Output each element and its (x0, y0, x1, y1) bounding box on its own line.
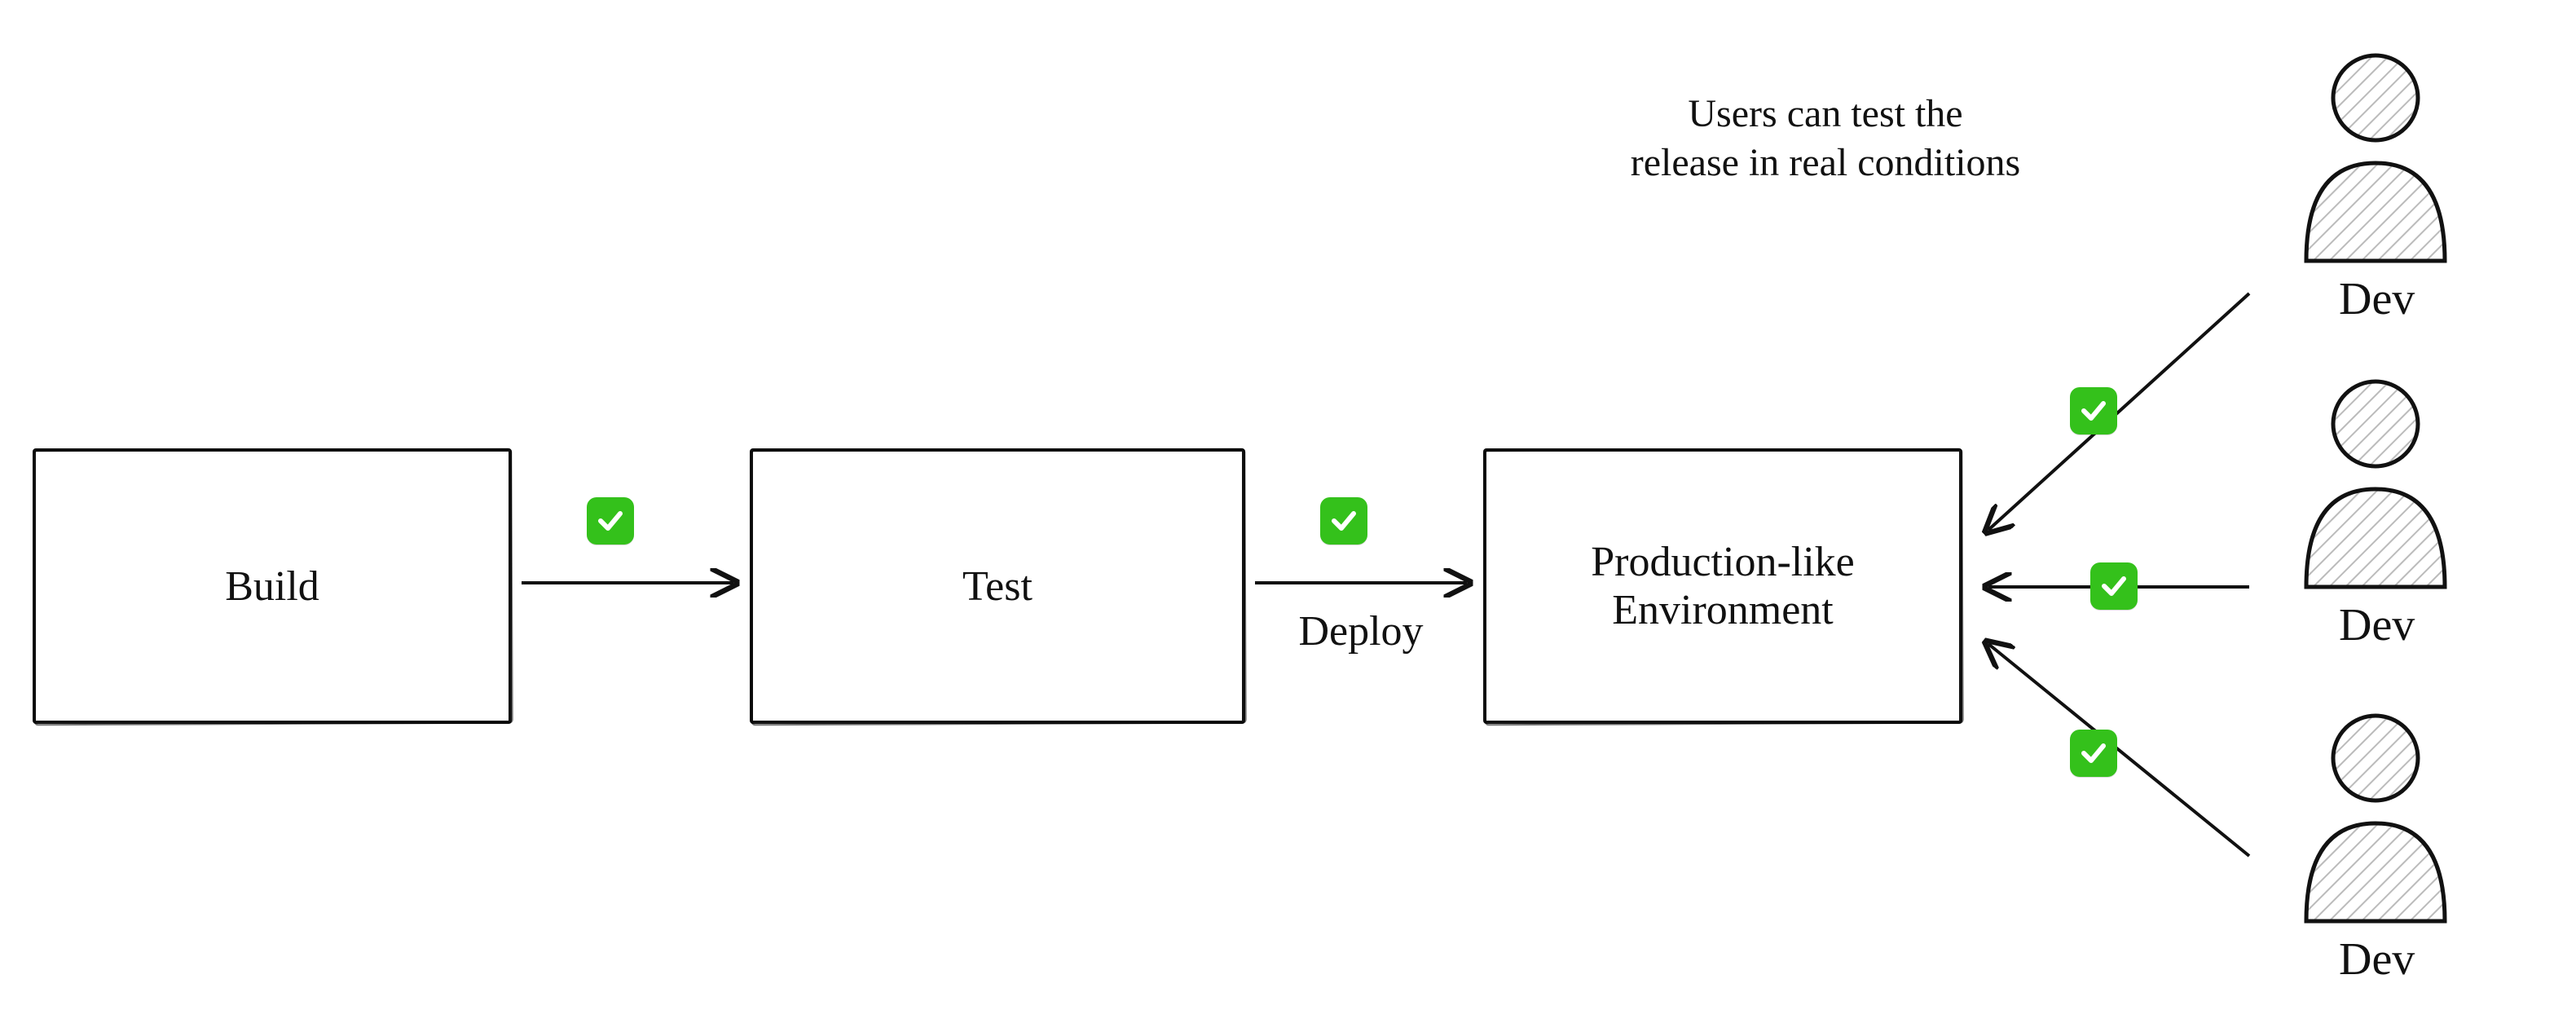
check-icon (2090, 562, 2138, 610)
diagram-canvas: Build Test Production-like Environment D… (0, 0, 2576, 1032)
stage-build-label: Build (225, 562, 319, 611)
arrow-dev3-to-prodlike (1988, 644, 2249, 856)
stage-build-box: Build (33, 448, 512, 724)
user-icon (2282, 375, 2469, 595)
caption-users-test-text: Users can test the release in real condi… (1631, 92, 2020, 184)
check-icon (2070, 730, 2117, 777)
dev-label-3: Dev (2339, 933, 2415, 986)
dev-label-1: Dev (2339, 273, 2415, 325)
user-icon (2282, 709, 2469, 929)
stage-prodlike-label: Production-like Environment (1591, 538, 1855, 634)
dev-label-2: Dev (2339, 599, 2415, 651)
check-icon (587, 497, 634, 545)
arrow-deploy-label: Deploy (1271, 607, 1451, 655)
user-icon (2282, 49, 2469, 269)
arrow-dev1-to-prodlike (1988, 293, 2249, 530)
check-icon (2070, 387, 2117, 434)
caption-users-test: Users can test the release in real condi… (1548, 90, 2103, 187)
stage-test-box: Test (750, 448, 1245, 724)
stage-prodlike-box: Production-like Environment (1483, 448, 1962, 724)
check-icon (1320, 497, 1367, 545)
stage-test-label: Test (962, 562, 1033, 611)
